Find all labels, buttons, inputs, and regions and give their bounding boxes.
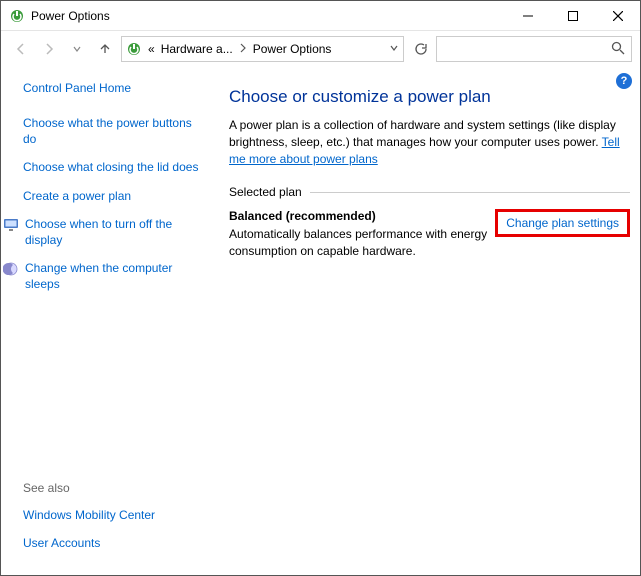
- refresh-button[interactable]: [408, 37, 432, 61]
- change-plan-settings-link[interactable]: Change plan settings: [495, 209, 630, 237]
- description-text: A power plan is a collection of hardware…: [229, 118, 616, 149]
- plan-name: Balanced (recommended): [229, 209, 487, 223]
- control-panel-home-link[interactable]: Control Panel Home: [23, 81, 207, 95]
- body: Control Panel Home Choose what the power…: [1, 67, 640, 575]
- power-options-icon: [126, 41, 142, 57]
- selected-plan-group: Selected plan: [229, 185, 630, 199]
- sidebar-link-power-buttons[interactable]: Choose what the power buttons do: [23, 115, 207, 147]
- see-also-mobility-center[interactable]: Windows Mobility Center: [23, 507, 207, 523]
- breadcrumb-power-options[interactable]: Power Options: [253, 42, 332, 56]
- minimize-button[interactable]: [505, 1, 550, 30]
- plan-info: Balanced (recommended) Automatically bal…: [229, 209, 487, 260]
- recent-locations-button[interactable]: [65, 37, 89, 61]
- plan-description: Automatically balances performance with …: [229, 226, 487, 260]
- chevron-right-icon[interactable]: [239, 43, 247, 56]
- search-input[interactable]: [436, 36, 632, 62]
- forward-button[interactable]: [37, 37, 61, 61]
- breadcrumb-hardware[interactable]: Hardware a...: [161, 42, 233, 56]
- main-content: ? Choose or customize a power plan A pow…: [219, 67, 640, 575]
- maximize-button[interactable]: [550, 1, 595, 30]
- chevron-down-icon[interactable]: [389, 42, 399, 56]
- window: Power Options: [0, 0, 641, 576]
- see-also-user-accounts[interactable]: User Accounts: [23, 535, 207, 551]
- titlebar: Power Options: [1, 1, 640, 31]
- search-icon: [611, 41, 625, 58]
- see-also-header: See also: [23, 481, 207, 495]
- window-title: Power Options: [31, 9, 505, 23]
- back-button[interactable]: [9, 37, 33, 61]
- close-button[interactable]: [595, 1, 640, 30]
- sidebar-item-computer-sleeps: Change when the computer sleeps: [3, 260, 207, 292]
- plan-row: Balanced (recommended) Automatically bal…: [229, 209, 630, 260]
- page-heading: Choose or customize a power plan: [229, 87, 630, 107]
- see-also-section: See also Windows Mobility Center User Ac…: [23, 461, 207, 563]
- address-bar[interactable]: « Hardware a... Power Options: [121, 36, 404, 62]
- sidebar-link-turn-off-display[interactable]: Choose when to turn off the display: [25, 216, 207, 248]
- sidebar-link-computer-sleeps[interactable]: Change when the computer sleeps: [25, 260, 207, 292]
- sidebar: Control Panel Home Choose what the power…: [1, 67, 219, 575]
- help-icon[interactable]: ?: [616, 73, 632, 89]
- divider: [310, 192, 630, 193]
- group-label-text: Selected plan: [229, 185, 310, 199]
- sidebar-item-turn-off-display: Choose when to turn off the display: [3, 216, 207, 248]
- page-description: A power plan is a collection of hardware…: [229, 117, 630, 167]
- sidebar-link-create-plan[interactable]: Create a power plan: [23, 188, 207, 204]
- navbar: « Hardware a... Power Options: [1, 31, 640, 67]
- up-button[interactable]: [93, 37, 117, 61]
- moon-icon: [3, 261, 19, 277]
- power-options-icon: [9, 8, 25, 24]
- monitor-icon: [3, 217, 19, 233]
- sidebar-link-closing-lid[interactable]: Choose what closing the lid does: [23, 159, 207, 175]
- breadcrumb-prefix: «: [148, 42, 155, 56]
- window-controls: [505, 1, 640, 30]
